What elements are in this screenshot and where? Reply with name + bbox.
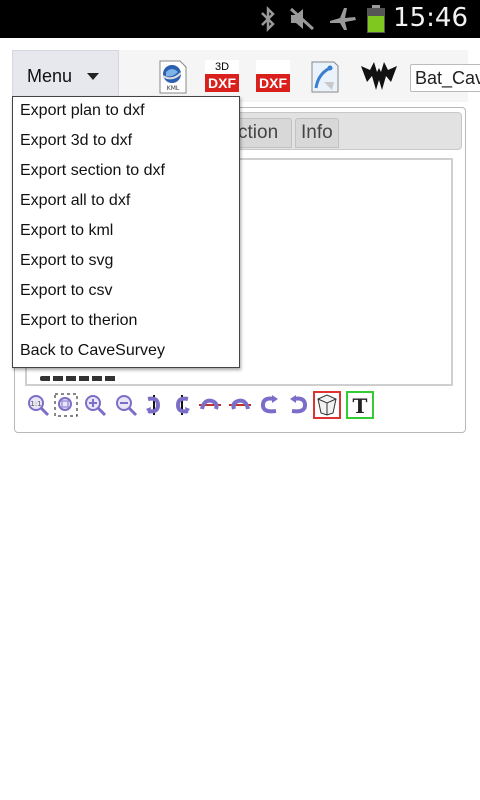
zoom-extent-icon[interactable] (54, 393, 78, 417)
menu-item-export-therion[interactable]: Export to therion (20, 312, 137, 330)
tab-info[interactable]: Info (295, 118, 339, 148)
bluetooth-icon (261, 5, 275, 33)
tab-section[interactable]: ction (232, 118, 292, 148)
status-bar: 15:46 (0, 0, 480, 38)
rotate-right-icon[interactable] (170, 393, 194, 417)
zoom-fit-icon[interactable]: 1:1 (26, 393, 50, 417)
export-dropdown-menu: Export plan to dxf Export 3d to dxf Expo… (12, 96, 240, 368)
menu-item-export-section-dxf[interactable]: Export section to dxf (20, 162, 165, 180)
rotate-left-icon[interactable] (142, 393, 166, 417)
bat-logo-icon[interactable] (360, 60, 398, 94)
menu-item-export-plan-dxf[interactable]: Export plan to dxf (20, 102, 145, 120)
kml-text: KML (167, 85, 180, 92)
battery-icon (367, 5, 385, 33)
scale-bar (40, 376, 118, 381)
map-plan-icon[interactable] (310, 60, 340, 94)
text-toggle-icon[interactable]: T (346, 391, 374, 419)
menu-item-export-kml[interactable]: Export to kml (20, 222, 113, 240)
dxf-spacer (256, 60, 290, 74)
dxf-3d-top: 3D (205, 60, 239, 74)
menu-label: Menu (27, 66, 73, 86)
3d-view-icon[interactable] (313, 391, 341, 419)
menu-button[interactable]: Menu (12, 50, 119, 100)
menu-item-export-svg[interactable]: Export to svg (20, 252, 113, 270)
chevron-down-icon (87, 73, 99, 80)
tilt-up-icon[interactable] (228, 393, 252, 417)
kml-icon[interactable]: KML (158, 60, 188, 94)
zoom-in-icon[interactable] (83, 393, 107, 417)
dxf-3d-label: DXF (205, 74, 239, 92)
svg-text:T: T (353, 394, 368, 418)
menu-item-export-csv[interactable]: Export to csv (20, 282, 112, 300)
svg-text:1:1: 1:1 (30, 400, 41, 408)
rotate-cw-icon[interactable] (286, 393, 310, 417)
tilt-down-icon[interactable] (198, 393, 222, 417)
zoom-out-icon[interactable] (114, 393, 138, 417)
cave-name-field[interactable]: Bat_Cav (410, 64, 480, 92)
menu-item-export-3d-dxf[interactable]: Export 3d to dxf (20, 132, 132, 150)
rotate-ccw-icon[interactable] (258, 393, 282, 417)
airplane-icon (330, 8, 356, 30)
clock: 15:46 (393, 3, 468, 33)
menu-item-back-cavesurvey[interactable]: Back to CaveSurvey (20, 342, 165, 360)
dxf-label: DXF (256, 74, 290, 92)
mute-icon (289, 7, 315, 31)
menu-item-export-all-dxf[interactable]: Export all to dxf (20, 192, 130, 210)
dxf-3d-icon[interactable]: 3D DXF (205, 60, 239, 94)
dxf-icon[interactable]: DXF (256, 60, 290, 94)
